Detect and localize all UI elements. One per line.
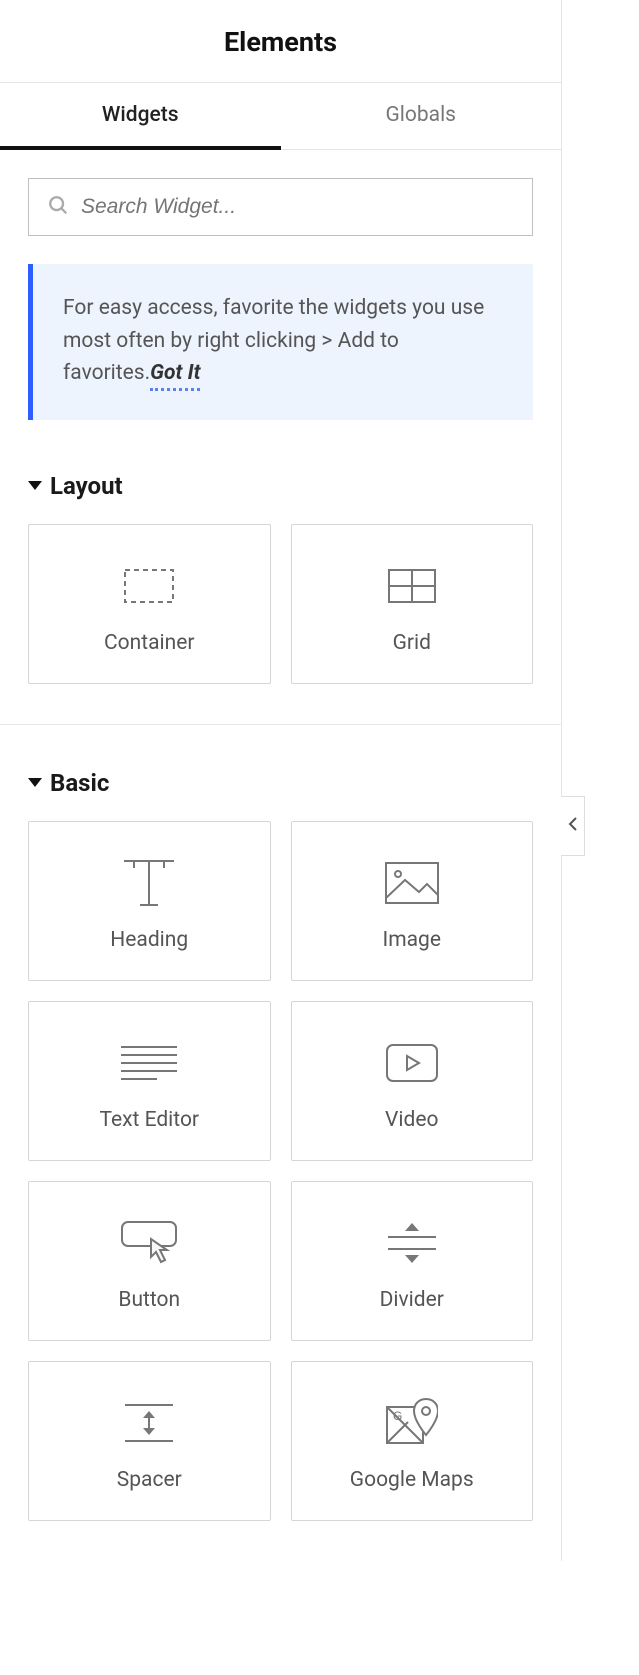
widget-heading[interactable]: Heading <box>28 821 271 981</box>
elements-panel: Elements Widgets Globals For easy access… <box>0 0 562 1561</box>
caret-down-icon <box>28 481 42 490</box>
maps-icon: G <box>386 1398 438 1448</box>
layout-grid: Container Grid <box>28 524 533 684</box>
widget-label: Video <box>385 1108 438 1132</box>
widget-text-editor[interactable]: Text Editor <box>28 1001 271 1161</box>
widget-container[interactable]: Container <box>28 524 271 684</box>
svg-text:G: G <box>393 1409 402 1423</box>
section-divider <box>0 724 561 725</box>
widget-label: Grid <box>393 631 431 655</box>
search-input[interactable] <box>81 195 514 219</box>
collapse-panel-button[interactable] <box>561 796 585 856</box>
section-toggle-layout[interactable]: Layout <box>28 472 533 500</box>
widget-google-maps[interactable]: G Google Maps <box>291 1361 534 1521</box>
video-icon <box>386 1038 438 1088</box>
panel-title: Elements <box>0 26 561 58</box>
button-icon <box>121 1218 177 1268</box>
text-editor-icon <box>121 1038 177 1088</box>
widget-image[interactable]: Image <box>291 821 534 981</box>
widget-label: Divider <box>380 1288 444 1312</box>
widget-label: Heading <box>110 928 188 952</box>
image-icon <box>385 858 439 908</box>
widget-grid[interactable]: Grid <box>291 524 534 684</box>
widget-spacer[interactable]: Spacer <box>28 1361 271 1521</box>
section-title-basic: Basic <box>50 769 109 797</box>
widget-label: Google Maps <box>350 1468 474 1492</box>
tabs: Widgets Globals <box>0 83 561 150</box>
tip-dismiss[interactable]: Got It <box>150 361 200 391</box>
tab-widgets[interactable]: Widgets <box>0 83 281 149</box>
widget-label: Container <box>104 631 195 655</box>
search-box[interactable] <box>28 178 533 236</box>
widget-divider[interactable]: Divider <box>291 1181 534 1341</box>
panel-header: Elements <box>0 0 561 83</box>
widget-label: Image <box>383 928 441 952</box>
section-toggle-basic[interactable]: Basic <box>28 769 533 797</box>
widget-label: Text Editor <box>99 1108 199 1132</box>
caret-down-icon <box>28 778 42 787</box>
spacer-icon <box>123 1398 175 1448</box>
grid-icon <box>388 561 436 611</box>
container-icon <box>124 561 174 611</box>
favorites-tip: For easy access, favorite the widgets yo… <box>28 264 533 420</box>
divider-icon <box>386 1218 438 1268</box>
tab-globals[interactable]: Globals <box>281 83 562 149</box>
widget-video[interactable]: Video <box>291 1001 534 1161</box>
chevron-left-icon <box>568 816 578 836</box>
tab-widgets-label: Widgets <box>102 103 179 127</box>
basic-grid: Heading Image Text Editor Video <box>28 821 533 1521</box>
widget-button[interactable]: Button <box>28 1181 271 1341</box>
tab-globals-label: Globals <box>385 103 456 127</box>
tip-text: For easy access, favorite the widgets yo… <box>63 296 484 385</box>
section-title-layout: Layout <box>50 472 123 500</box>
heading-icon <box>122 858 176 908</box>
widget-label: Spacer <box>117 1468 182 1492</box>
widget-label: Button <box>118 1288 180 1312</box>
panel-content: For easy access, favorite the widgets yo… <box>0 150 561 1561</box>
search-icon <box>47 194 69 220</box>
